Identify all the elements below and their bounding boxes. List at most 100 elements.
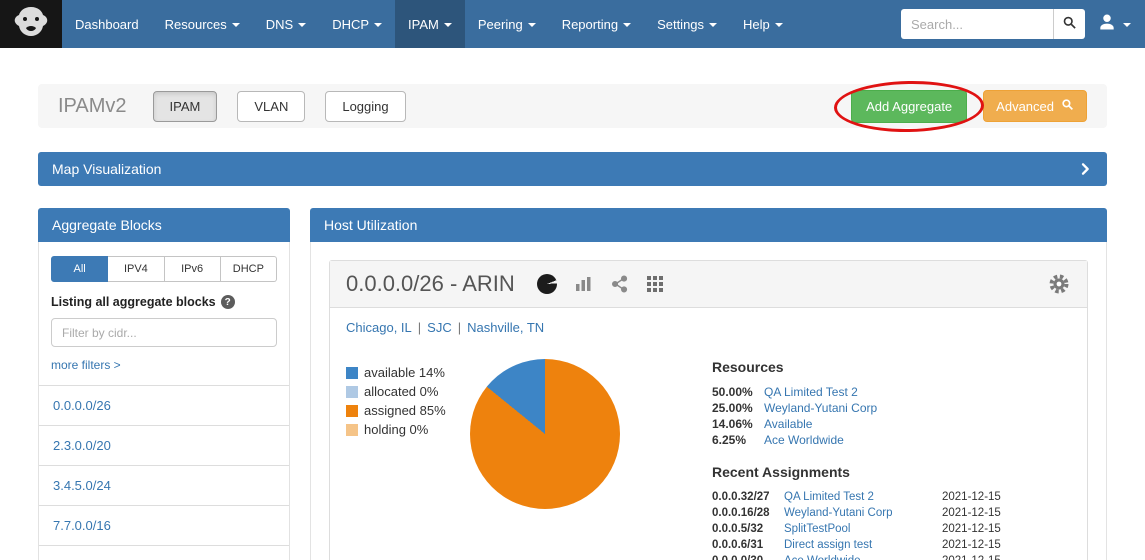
assignment-link[interactable]: Ace Worldwide bbox=[784, 553, 942, 560]
logo[interactable] bbox=[0, 0, 62, 48]
recent-assignments-heading: Recent Assignments bbox=[712, 464, 1071, 480]
bar-chart-icon[interactable] bbox=[575, 276, 593, 292]
chevron-down-icon bbox=[528, 23, 536, 27]
table-row: 0.0.0.32/27QA Limited Test 22021-12-15 bbox=[712, 489, 1071, 505]
nav-item-help[interactable]: Help bbox=[730, 0, 796, 48]
tab-ipv4[interactable]: IPV4 bbox=[108, 256, 164, 282]
table-row: 0.0.0.0/30Ace Worldwide2021-12-15 bbox=[712, 553, 1071, 560]
chevron-down-icon bbox=[444, 23, 452, 27]
header-actions: Add Aggregate Advanced bbox=[851, 90, 1087, 123]
list-item[interactable]: 0.0.0.0/26 bbox=[39, 386, 289, 426]
assignment-date: 2021-12-15 bbox=[942, 489, 1001, 505]
utilization-info: Resources 50.00%QA Limited Test 2 25.00%… bbox=[620, 359, 1071, 560]
table-row: 0.0.0.16/28Weyland-Yutani Corp2021-12-15 bbox=[712, 505, 1071, 521]
tab-ipam[interactable]: IPAM bbox=[153, 91, 218, 122]
chart-row: available 14% allocated 0% assigned 85% … bbox=[346, 359, 1071, 560]
map-visualization-bar[interactable]: Map Visualization bbox=[38, 152, 1107, 186]
legend-swatch bbox=[346, 386, 358, 398]
legend-swatch bbox=[346, 405, 358, 417]
nav-item-dns[interactable]: DNS bbox=[253, 0, 319, 48]
cidr-filter-input[interactable] bbox=[51, 318, 277, 347]
content-columns: Aggregate Blocks All IPV4 IPv6 DHCP List… bbox=[38, 208, 1107, 560]
resource-link[interactable]: Ace Worldwide bbox=[764, 433, 844, 447]
resource-link[interactable]: Weyland-Yutani Corp bbox=[764, 401, 877, 415]
tab-all[interactable]: All bbox=[51, 256, 108, 282]
tab-ipv6[interactable]: IPv6 bbox=[165, 256, 221, 282]
assignment-link[interactable]: SplitTestPool bbox=[784, 521, 942, 537]
legend-item: available 14% bbox=[346, 365, 470, 380]
add-aggregate-button[interactable]: Add Aggregate bbox=[851, 90, 967, 123]
nav-item-dashboard[interactable]: Dashboard bbox=[62, 0, 152, 48]
aggregate-blocks-header: Aggregate Blocks bbox=[38, 208, 290, 242]
subnet-title: 0.0.0.0/26 - ARIN bbox=[346, 271, 515, 297]
host-utilization-title: Host Utilization bbox=[324, 217, 417, 233]
resource-pct: 25.00% bbox=[712, 400, 764, 416]
utilization-card-header: 0.0.0.0/26 - ARIN bbox=[330, 261, 1087, 308]
chevron-down-icon bbox=[623, 23, 631, 27]
nav-item-settings[interactable]: Settings bbox=[644, 0, 730, 48]
aggregate-blocks-body: All IPV4 IPv6 DHCP Listing all aggregate… bbox=[38, 242, 290, 560]
share-icon[interactable] bbox=[611, 275, 629, 293]
nav-item-peering[interactable]: Peering bbox=[465, 0, 549, 48]
tab-dhcp[interactable]: DHCP bbox=[221, 256, 277, 282]
navbar: Dashboard Resources DNS DHCP IPAM Peerin… bbox=[0, 0, 1145, 48]
location-link[interactable]: Chicago, IL bbox=[346, 320, 412, 335]
nav-item-label: Help bbox=[743, 17, 770, 32]
pie-view-icon[interactable] bbox=[537, 274, 557, 294]
nav-item-reporting[interactable]: Reporting bbox=[549, 0, 644, 48]
location-separator: | bbox=[418, 320, 421, 335]
pie-chart[interactable] bbox=[470, 359, 620, 509]
user-icon bbox=[1097, 12, 1117, 37]
assignment-link[interactable]: Direct assign test bbox=[784, 537, 942, 553]
listing-label: Listing all aggregate blocks bbox=[51, 295, 216, 309]
nav-item-label: DHCP bbox=[332, 17, 369, 32]
list-item[interactable]: 2.3.0.0/20 bbox=[39, 426, 289, 466]
location-link[interactable]: SJC bbox=[427, 320, 452, 335]
table-row: 25.00%Weyland-Yutani Corp bbox=[712, 400, 1071, 416]
assignment-cidr: 0.0.0.32/27 bbox=[712, 489, 784, 505]
advanced-button[interactable]: Advanced bbox=[983, 90, 1087, 122]
aggregate-blocks-panel: Aggregate Blocks All IPV4 IPv6 DHCP List… bbox=[38, 208, 290, 560]
list-item[interactable]: 3.4.5.0/24 bbox=[39, 466, 289, 506]
search-icon bbox=[1062, 15, 1077, 33]
resource-link[interactable]: Available bbox=[764, 417, 812, 431]
search-group bbox=[901, 9, 1085, 39]
tab-logging[interactable]: Logging bbox=[325, 91, 405, 122]
search-input[interactable] bbox=[901, 9, 1053, 39]
assignment-date: 2021-12-15 bbox=[942, 521, 1001, 537]
aggregate-blocks-title: Aggregate Blocks bbox=[52, 217, 162, 233]
nav-item-resources[interactable]: Resources bbox=[152, 0, 253, 48]
table-row: 0.0.0.6/31Direct assign test2021-12-15 bbox=[712, 537, 1071, 553]
search-button[interactable] bbox=[1053, 9, 1085, 39]
more-filters-link[interactable]: more filters > bbox=[51, 358, 121, 372]
grid-view-icon[interactable] bbox=[647, 276, 663, 292]
assignment-link[interactable]: Weyland-Yutani Corp bbox=[784, 505, 942, 521]
chevron-right-icon bbox=[1077, 161, 1093, 177]
assignment-cidr: 0.0.0.0/30 bbox=[712, 553, 784, 560]
legend-swatch bbox=[346, 367, 358, 379]
locations-row: Chicago, IL|SJC|Nashville, TN bbox=[346, 320, 1071, 335]
resource-link[interactable]: QA Limited Test 2 bbox=[764, 385, 858, 399]
nav-item-label: Dashboard bbox=[75, 17, 139, 32]
page-header: IPAMv2 IPAM VLAN Logging Add Aggregate A… bbox=[38, 84, 1107, 128]
host-utilization-body: 0.0.0.0/26 - ARIN bbox=[310, 242, 1107, 560]
nav-item-dhcp[interactable]: DHCP bbox=[319, 0, 395, 48]
nav-item-ipam[interactable]: IPAM bbox=[395, 0, 465, 48]
legend-swatch bbox=[346, 424, 358, 436]
utilization-card: 0.0.0.0/26 - ARIN bbox=[329, 260, 1088, 560]
assignment-link[interactable]: QA Limited Test 2 bbox=[784, 489, 942, 505]
nav-item-label: Peering bbox=[478, 17, 523, 32]
list-item[interactable] bbox=[39, 546, 289, 560]
resource-pct: 14.06% bbox=[712, 416, 764, 432]
nav-item-label: DNS bbox=[266, 17, 293, 32]
user-menu[interactable] bbox=[1097, 12, 1131, 37]
list-item[interactable]: 7.7.0.0/16 bbox=[39, 506, 289, 546]
gear-icon[interactable] bbox=[1047, 272, 1071, 296]
table-row: 0.0.0.5/32SplitTestPool2021-12-15 bbox=[712, 521, 1071, 537]
help-icon[interactable]: ? bbox=[221, 295, 235, 309]
listing-label-row: Listing all aggregate blocks ? bbox=[51, 295, 277, 309]
map-visualization-title: Map Visualization bbox=[52, 161, 161, 177]
location-link[interactable]: Nashville, TN bbox=[467, 320, 544, 335]
add-aggregate-wrap: Add Aggregate bbox=[851, 90, 967, 123]
tab-vlan[interactable]: VLAN bbox=[237, 91, 305, 122]
